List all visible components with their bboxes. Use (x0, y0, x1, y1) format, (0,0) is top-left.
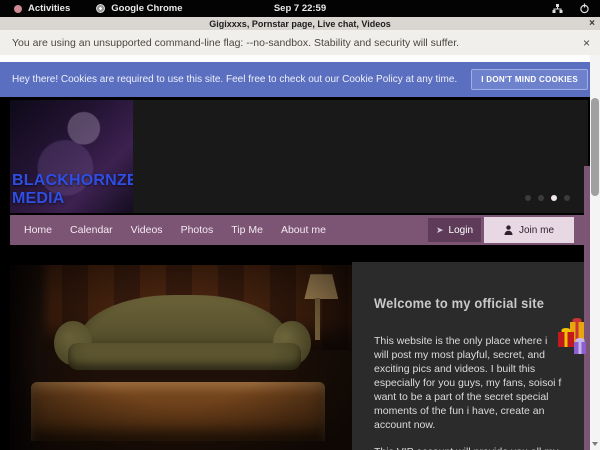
carousel-dot[interactable] (538, 195, 544, 201)
power-icon[interactable] (579, 3, 590, 14)
window-title-bar: Gigixxxs, Pornstar page, Live chat, Vide… (0, 17, 600, 30)
logo-image[interactable]: BLACKHORNZE MEDIA (10, 100, 133, 213)
join-button[interactable]: Join me (484, 217, 574, 243)
welcome-heading: Welcome to my official site (374, 295, 549, 311)
site-header: BLACKHORNZE MEDIA (10, 100, 588, 213)
login-button[interactable]: ➤ Login (428, 218, 481, 242)
activities-label: Activities (28, 3, 70, 14)
nav-item-tip-me[interactable]: Tip Me (222, 224, 272, 236)
user-icon (504, 225, 513, 235)
carousel-dot[interactable] (564, 195, 570, 201)
nav-item-about-me[interactable]: About me (272, 224, 335, 236)
gift-box-red (558, 332, 574, 347)
carousel-dots (525, 195, 570, 201)
gift-box-purple (574, 342, 586, 354)
login-label: Login (449, 225, 473, 236)
welcome-paragraph-1: This website is the only place where i w… (374, 335, 564, 433)
nav-item-home[interactable]: Home (15, 224, 61, 236)
browser-warning-bar: You are using an unsupported command-lin… (0, 30, 600, 55)
app-menu-button[interactable]: Google Chrome (96, 3, 182, 14)
distro-dot-icon (14, 5, 22, 13)
cookie-message: Hey there! Cookies are required to use t… (12, 74, 457, 85)
send-icon: ➤ (436, 225, 444, 236)
nav-item-videos[interactable]: Videos (122, 224, 172, 236)
activities-button[interactable]: Activities (14, 3, 70, 14)
gnome-top-bar: Activities Google Chrome Sep 7 22:59 (0, 0, 600, 17)
window-close-icon[interactable]: × (589, 17, 595, 30)
scrollbar-thumb[interactable] (591, 98, 599, 196)
logo-line2: MEDIA (12, 190, 133, 207)
chrome-icon (96, 4, 105, 13)
network-icon[interactable] (552, 3, 563, 14)
welcome-paragraph-2: This VIP account will provide you all my… (374, 446, 564, 450)
carousel-dot[interactable] (525, 195, 531, 201)
join-label: Join me (519, 225, 554, 236)
nav-item-calendar[interactable]: Calendar (61, 224, 122, 236)
app-name-label: Google Chrome (111, 3, 182, 14)
warning-close-icon[interactable]: × (583, 36, 590, 50)
page-top-margin (0, 55, 600, 62)
site-logo-text: BLACKHORNZE MEDIA (12, 172, 133, 207)
main-nav: Home Calendar Videos Photos Tip Me About… (10, 215, 588, 245)
cookie-notice-bar: Hey there! Cookies are required to use t… (0, 62, 600, 97)
welcome-panel: Welcome to my official site This website… (352, 262, 584, 450)
hero-photo[interactable] (10, 265, 352, 450)
window-title: Gigixxxs, Pornstar page, Live chat, Vide… (209, 19, 390, 29)
photo-vignette (10, 265, 352, 450)
browser-scrollbar[interactable] (590, 55, 600, 450)
cookie-accept-button[interactable]: I DON'T MIND COOKIES (471, 69, 588, 90)
gift-boxes-icon[interactable] (558, 320, 592, 362)
logo-line1: BLACKHORNZE (12, 172, 133, 189)
nav-item-photos[interactable]: Photos (172, 224, 223, 236)
desktop-screen: Activities Google Chrome Sep 7 22:59 Gig… (0, 0, 600, 450)
warning-text: You are using an unsupported command-lin… (12, 37, 459, 49)
clock[interactable]: Sep 7 22:59 (0, 3, 600, 14)
scrollbar-down-arrow-icon[interactable] (592, 442, 598, 446)
carousel-dot-active[interactable] (551, 195, 557, 201)
